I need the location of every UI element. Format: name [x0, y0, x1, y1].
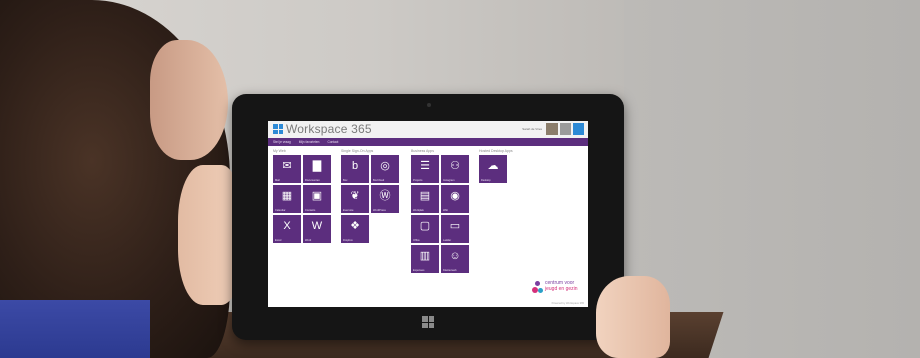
tile-label: Office: [413, 239, 420, 242]
section-heading: Hosted Desktop Apps: [479, 149, 513, 153]
tile-label: Dropbox: [343, 239, 353, 242]
tile-label: Mail: [275, 179, 280, 182]
power-button[interactable]: [573, 123, 584, 135]
section-heading: Business Apps: [411, 149, 434, 153]
excel-icon: X: [283, 220, 291, 232]
tile-office[interactable]: ▢ Office: [411, 215, 439, 243]
left-hand: [178, 165, 240, 305]
tile-mail[interactable]: ✉ Mail: [273, 155, 301, 183]
cjg-logo-line2: jeugd en gezin: [545, 285, 578, 292]
tile-wiki[interactable]: ◉ Wiki: [441, 185, 469, 213]
tablet-device: Workspace 365 Sarah de Vries Stel je vra…: [232, 94, 624, 340]
cloud-desktop-icon: ☁: [487, 160, 499, 172]
tile-klantenweb[interactable]: ☺ Klantenweb: [441, 245, 469, 273]
user-area: Sarah de Vries: [522, 123, 584, 135]
wordpress-icon: Ⓦ: [379, 190, 391, 202]
list-icon: ☰: [420, 160, 430, 172]
tile-contacts[interactable]: ▣ Contacts: [303, 185, 331, 213]
nav-link[interactable]: Mijn favorieten: [299, 140, 320, 144]
tile-label: Documenten: [305, 179, 320, 182]
cjg-logo-text: centrum voor jeugd en gezin: [545, 280, 578, 292]
tile-label: Wiki: [443, 209, 448, 212]
nav-link[interactable]: Stel je vraag: [273, 140, 291, 144]
woman-shirt: [0, 300, 150, 358]
tile-wordpress[interactable]: Ⓦ WordPress: [371, 185, 399, 213]
word-icon: W: [311, 220, 323, 232]
tile-dropbox[interactable]: ❖ Dropbox: [341, 215, 369, 243]
tile-label: Box: [343, 179, 348, 182]
tile-label: Contacts: [305, 209, 316, 212]
calendar-icon: ▦: [281, 190, 293, 202]
doc-icon: ▢: [419, 220, 431, 232]
tile-desktop[interactable]: ☁ Desktop: [479, 155, 507, 183]
footer-note: Powered by Workspace 365: [551, 302, 584, 305]
tile-excel[interactable]: X Excel: [273, 215, 301, 243]
woman-face: [150, 40, 228, 160]
file-icon: ▭: [449, 220, 461, 232]
cjg-mark-icon: [532, 281, 544, 295]
tile-label: Expenses: [413, 269, 425, 272]
tile-label: Klantenweb: [443, 269, 457, 272]
app-title: Workspace 365: [286, 122, 372, 136]
dropbox-icon: ❖: [350, 220, 360, 232]
tile-label: Evernote: [343, 209, 354, 212]
tile-label: Projects: [413, 179, 423, 182]
tile-boxcloud[interactable]: ◎ BoxCloud: [371, 155, 399, 183]
globe-icon: ◉: [450, 190, 460, 202]
tile-ladder[interactable]: ▭ Ladder: [441, 215, 469, 243]
folder-icon: ▇: [312, 160, 322, 172]
section-heading: Single Sign-On Apps: [341, 149, 374, 153]
tile-label: Excel: [275, 239, 282, 242]
tile-evernote[interactable]: ❦ Evernote: [341, 185, 369, 213]
photo-scene: Workspace 365 Sarah de Vries Stel je vra…: [0, 0, 920, 358]
people-icon: ⚇: [450, 160, 460, 172]
user-name: Sarah de Vries: [522, 127, 542, 131]
form-icon: ▥: [419, 250, 431, 262]
tile-label: Werkplek: [413, 209, 424, 212]
tile-projects[interactable]: ☰ Projects: [411, 155, 439, 183]
tile-label: Word: [305, 239, 312, 242]
evernote-icon: ❦: [350, 190, 360, 202]
tile-calendar[interactable]: ▦ Calendar: [273, 185, 301, 213]
desk-icon: ▤: [419, 190, 431, 202]
tile-instagram[interactable]: ⚇ Instagram: [441, 155, 469, 183]
tile-label: Ladder: [443, 239, 452, 242]
tile-expenses[interactable]: ▥ Expenses: [411, 245, 439, 273]
tile-label: Calendar: [275, 209, 286, 212]
contacts-icon: ▣: [311, 190, 323, 202]
settings-button[interactable]: [560, 123, 571, 135]
tile-label: BoxCloud: [373, 179, 385, 182]
tile-word[interactable]: W Word: [303, 215, 331, 243]
nav-bar: Stel je vraag Mijn favorieten Contact: [268, 138, 588, 146]
cloud-spiral-icon: ◎: [380, 160, 390, 172]
tile-label: Desktop: [481, 179, 491, 182]
section-heading: My Web: [273, 149, 286, 153]
mail-icon: ✉: [282, 160, 292, 172]
cjg-logo: centrum voor jeugd en gezin: [532, 277, 582, 301]
tablet-screen: Workspace 365 Sarah de Vries Stel je vra…: [268, 121, 588, 307]
tile-documenten[interactable]: ▇ Documenten: [303, 155, 331, 183]
windows-button-icon[interactable]: [422, 316, 434, 328]
tile-label: WordPress: [373, 209, 386, 212]
avatar[interactable]: [546, 123, 558, 135]
user-icon: ☺: [449, 250, 461, 262]
right-hand: [596, 276, 670, 358]
tile-werkplek[interactable]: ▤ Werkplek: [411, 185, 439, 213]
camera-icon: [427, 103, 431, 107]
nav-link[interactable]: Contact: [327, 140, 338, 144]
tile-label: Instagram: [443, 179, 455, 182]
box-icon: b: [351, 160, 359, 172]
app-header: Workspace 365 Sarah de Vries: [268, 121, 588, 138]
tile-box[interactable]: b Box: [341, 155, 369, 183]
windows-grid-icon: [273, 124, 283, 134]
